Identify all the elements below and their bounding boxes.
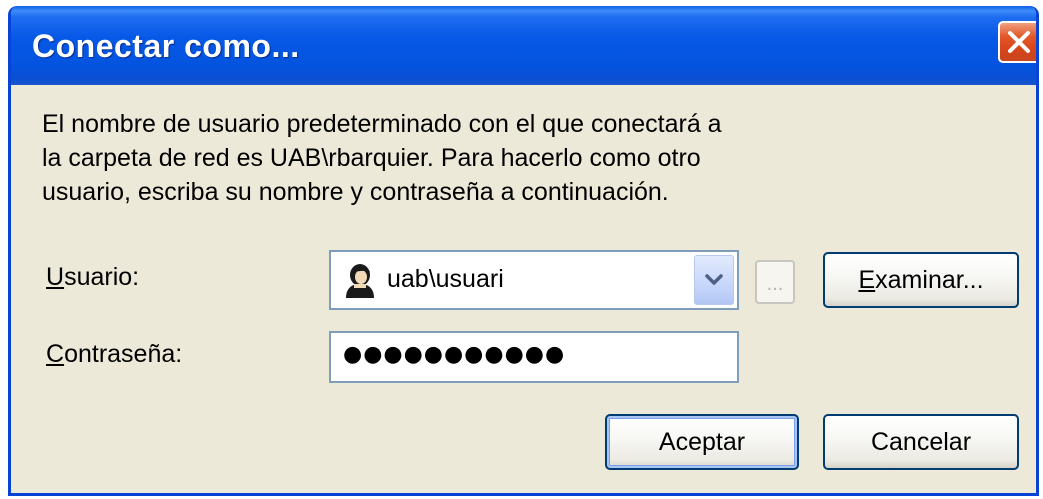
- chevron-down-icon: [705, 274, 723, 285]
- user-avatar-icon: [343, 263, 377, 304]
- cancel-button[interactable]: Cancelar: [823, 414, 1019, 470]
- user-label-mnemonic: U: [46, 263, 65, 291]
- dialog-title: Conectar como...: [32, 28, 300, 64]
- connect-as-dialog: Conectar como... El nombre de usuario pr…: [8, 6, 1039, 496]
- user-combobox[interactable]: uab\usuari: [329, 250, 739, 310]
- browse-label: xaminar...: [875, 265, 984, 294]
- user-dropdown-button[interactable]: [694, 255, 734, 305]
- password-label-rest: ontraseña:: [64, 340, 183, 368]
- close-icon: [1008, 31, 1030, 53]
- browse-button[interactable]: Examinar...: [823, 252, 1019, 308]
- user-label: Usuario:: [46, 263, 139, 292]
- browse-mnemonic: E: [858, 265, 876, 294]
- description-line-1: El nombre de usuario predeterminado con …: [42, 110, 722, 138]
- password-masked-value[interactable]: ●●●●●●●●●●●: [343, 342, 565, 367]
- title-bar[interactable]: Conectar como...: [11, 6, 1036, 85]
- ellipsis-button[interactable]: ...: [755, 260, 795, 304]
- close-button[interactable]: [998, 21, 1036, 63]
- password-label-mnemonic: C: [46, 340, 65, 368]
- description-text: El nombre de usuario predeterminado con …: [42, 107, 842, 209]
- description-line-3: usuario, escriba su nombre y contraseña …: [42, 178, 669, 206]
- ok-button[interactable]: Aceptar: [605, 414, 799, 470]
- password-field[interactable]: ●●●●●●●●●●●: [329, 331, 739, 383]
- user-input-value[interactable]: uab\usuari: [387, 265, 504, 294]
- password-label: Contraseña:: [46, 340, 182, 369]
- user-label-rest: suario:: [64, 263, 140, 291]
- description-line-2: la carpeta de red es UAB\rbarquier. Para…: [42, 144, 701, 172]
